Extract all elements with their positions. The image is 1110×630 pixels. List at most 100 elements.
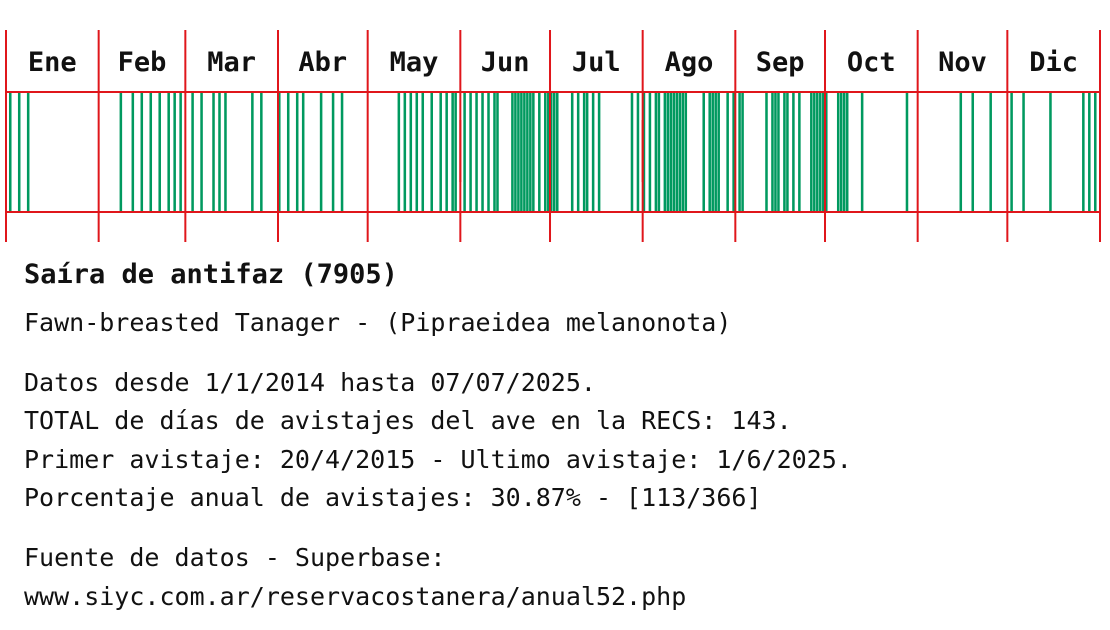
month-label: Abr — [298, 47, 347, 78]
sighting-bar — [570, 92, 574, 212]
sighting-bar — [819, 92, 822, 212]
sighting-bar — [741, 92, 744, 212]
sighting-bar — [1022, 92, 1025, 212]
sighting-bar — [140, 92, 144, 212]
sighting-bar — [397, 92, 401, 212]
sighting-bar — [765, 92, 768, 212]
sighting-bar — [813, 92, 816, 212]
sighting-bar — [711, 92, 714, 212]
sighting-bar — [738, 92, 741, 212]
sighting-bar — [714, 92, 717, 212]
sighting-bar — [532, 92, 535, 212]
total-days-text: TOTAL de días de avistajes del ave en la… — [24, 406, 792, 435]
data-source-label: Fuente de datos - Superbase: — [24, 543, 446, 572]
sighting-bar — [469, 92, 472, 212]
sighting-bar — [179, 92, 182, 212]
annual-sightings-chart: Ene Feb Mar Abr May Jun Jul Ago Sep Oct Nov Dic — [5, 30, 1101, 242]
month-label: Dic — [1029, 47, 1078, 78]
sighting-bar — [663, 92, 667, 212]
sighting-bar — [481, 92, 484, 212]
month-label: Feb — [118, 47, 167, 78]
sighting-bars — [8, 92, 1097, 212]
sighting-bar — [520, 92, 523, 212]
sighting-bar — [403, 92, 407, 212]
sighting-bar — [131, 92, 135, 212]
sighting-bar — [591, 92, 595, 212]
sighting-bar — [576, 92, 580, 212]
month-label: Ago — [665, 47, 714, 78]
sighting-bar — [286, 92, 290, 212]
sighting-bar — [582, 92, 586, 212]
sighting-bar — [771, 92, 774, 212]
sighting-bar — [777, 92, 780, 212]
sighting-bar — [798, 92, 801, 212]
sighting-bar — [17, 92, 21, 212]
sighting-bar — [191, 92, 194, 212]
sighting-bar — [487, 92, 490, 212]
sighting-bar — [514, 92, 517, 212]
annual-percentage-text: Porcentaje anual de avistajes: 30.87% - … — [24, 483, 762, 512]
sighting-bar — [409, 92, 413, 212]
sighting-bar — [1010, 92, 1013, 212]
sighting-bar — [792, 92, 795, 212]
sighting-bar — [1049, 92, 1052, 212]
sighting-bar — [860, 92, 864, 212]
month-label: Ene — [28, 47, 77, 78]
sighting-bar — [173, 92, 176, 212]
sighting-bar — [529, 92, 532, 212]
sighting-bar — [783, 92, 786, 212]
sighting-bar — [251, 92, 254, 212]
sighting-bar — [681, 92, 685, 212]
sighting-bar — [702, 92, 705, 212]
species-title: Saíra de antifaz (7905) — [24, 259, 398, 290]
sighting-bar — [475, 92, 478, 212]
month-label: Sep — [756, 47, 805, 78]
sighting-bar — [430, 92, 433, 212]
sighting-bar — [971, 92, 975, 212]
sighting-bar — [708, 92, 711, 212]
sighting-bar — [905, 92, 909, 212]
month-label: May — [390, 47, 439, 78]
sighting-bar — [845, 92, 849, 212]
sighting-bar — [511, 92, 514, 212]
sighting-bar — [836, 92, 840, 212]
species-common-name: Fawn-breasted Tanager - (Pipraeidea mela… — [24, 308, 732, 337]
month-label: Jun — [481, 47, 530, 78]
sighting-bar — [526, 92, 529, 212]
sighting-bar — [517, 92, 520, 212]
sighting-bar — [445, 92, 448, 212]
sighting-bar — [212, 92, 215, 212]
sighting-bar — [167, 92, 170, 212]
sighting-bar — [26, 92, 30, 212]
month-label: Mar — [207, 47, 256, 78]
sighting-bar — [8, 92, 12, 212]
sighting-bar — [774, 92, 777, 212]
sighting-bar — [260, 92, 263, 212]
sighting-bar — [1094, 92, 1097, 212]
sighting-bar — [959, 92, 963, 212]
sighting-bar — [842, 92, 846, 212]
sighting-bar — [585, 92, 589, 212]
sighting-bar — [555, 92, 559, 212]
sighting-bar — [421, 92, 425, 212]
sighting-bar — [523, 92, 526, 212]
sighting-bar — [684, 92, 688, 212]
sighting-bar — [439, 92, 442, 212]
data-range-text: Datos desde 1/1/2014 hasta 07/07/2025. — [24, 368, 596, 397]
first-last-sighting-text: Primer avistaje: 20/4/2015 - Ultimo avis… — [24, 445, 852, 474]
sighting-bar — [340, 92, 344, 212]
sighting-bar — [989, 92, 992, 212]
sighting-bar — [786, 92, 789, 212]
sighting-bar — [149, 92, 153, 212]
sighting-bar — [553, 92, 556, 212]
sighting-bar — [319, 92, 323, 212]
sighting-bar — [463, 92, 466, 212]
sighting-bar — [678, 92, 682, 212]
sighting-bar — [224, 92, 227, 212]
sighting-bar — [657, 92, 661, 212]
sighting-bar — [816, 92, 819, 212]
month-label: Oct — [847, 47, 896, 78]
month-label: Nov — [938, 47, 987, 78]
sighting-bar — [630, 92, 634, 212]
sighting-bar — [544, 92, 547, 212]
